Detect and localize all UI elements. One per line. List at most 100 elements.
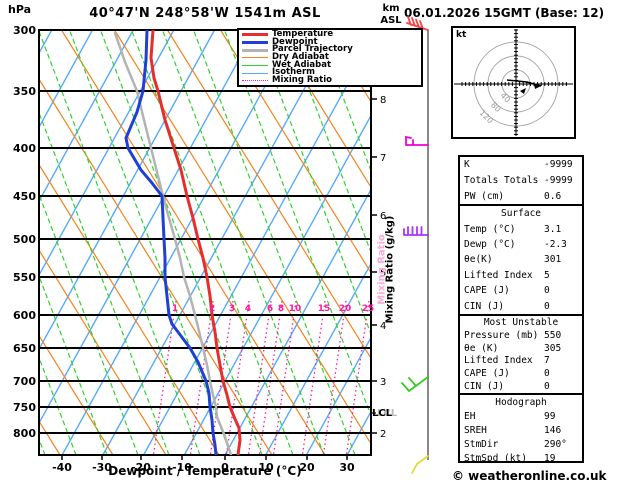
km-tick-label: 8 — [380, 95, 386, 106]
stats-row: Temp (°C) 3.1 — [464, 224, 578, 235]
legend-box: Temperature Dewpoint Parcel Trajectory Dry … — [237, 28, 423, 87]
legend-entry: Parcel Trajectory — [242, 45, 421, 54]
skewt-sounding-page: hPa 40°47'N 248°58'W 1541m ASL km ASL 06… — [0, 0, 629, 486]
stats-row-label: Lifted Index — [464, 269, 533, 281]
hodograph-box — [451, 26, 576, 139]
stats-row: Lifted Index 5 — [464, 270, 578, 281]
wet-adiabat-line — [285, 30, 371, 255]
stats-row: EH 99 — [464, 411, 578, 422]
stats-row-value: 290° — [544, 438, 567, 450]
stats-row: K -9999 — [464, 159, 578, 170]
stats-row-value: -9999 — [544, 174, 573, 186]
dry-adiabat-line — [113, 30, 371, 445]
stats-row: CIN (J) 0 — [464, 381, 578, 392]
stats-row: θe(K) 301 — [464, 254, 578, 265]
pressure-tick-label: 500 — [13, 233, 36, 246]
pressure-tick-label: 800 — [13, 427, 36, 440]
sounding-curves — [113, 30, 242, 455]
stats-section: Surface Temp (°C) 3.1 Dewp (°C) -2.3 θe(K) 301… — [460, 204, 582, 314]
legend-line-sample — [242, 80, 268, 82]
mixing-ratio-value-label: 3 — [229, 304, 235, 314]
stats-row: StmSpd (kt) 19 — [464, 453, 578, 464]
stats-row-value: 0.6 — [544, 190, 562, 202]
legend-entry: Temperature — [242, 30, 421, 39]
stats-row-value: 0 — [544, 381, 550, 393]
pressure-tick-label: 550 — [13, 271, 36, 284]
stats-row-value: 301 — [544, 254, 562, 266]
dry-adiabat-line — [60, 30, 326, 455]
temperature-axis-title: Dewpoint / Temperature (°C) — [108, 464, 302, 478]
isotherm-line — [0, 30, 11, 455]
stats-row-value: 0 — [544, 285, 550, 297]
stats-row-label: CIN (J) — [464, 300, 505, 312]
wind-barb — [405, 135, 429, 146]
stats-row: CIN (J) 0 — [464, 301, 578, 312]
legend-line-sample — [242, 65, 268, 67]
legend-entry: Wet Adiabat — [242, 61, 421, 70]
stats-row: Lifted Index 7 — [464, 355, 578, 366]
stats-row-label: CAPE (J) — [464, 368, 510, 380]
legend-line-sample — [242, 57, 268, 59]
stats-row-label: K — [464, 159, 470, 171]
stats-row-label: StmSpd (kt) — [464, 452, 527, 464]
stats-row-label: Temp (°C) — [464, 223, 516, 235]
stats-row-value: 19 — [544, 452, 556, 464]
legend-entry: Mixing Ratio — [242, 75, 421, 86]
mixing-ratio-value-labels: 1 2 3 4 6 8 10 15 20 25 — [172, 304, 374, 314]
pressure-tick-label: 450 — [13, 190, 36, 203]
stats-row-value: 0 — [544, 368, 550, 380]
stats-row-label: θe(K) — [464, 254, 493, 266]
wind-barb — [403, 226, 429, 236]
legend-line-sample — [242, 48, 268, 52]
legend-entry-label: Mixing Ratio — [272, 75, 332, 86]
pressure-tick-label: 700 — [13, 375, 36, 388]
mixing-ratio-value-label: 4 — [245, 304, 251, 314]
parcel-curve — [113, 31, 233, 455]
stats-row: StmDir 290° — [464, 439, 578, 450]
legend-line-sample — [242, 72, 268, 74]
stats-row-label: Pressure (mb) — [464, 329, 539, 341]
stats-row: Totals Totals -9999 — [464, 175, 578, 186]
stats-row: Dewp (°C) -2.3 — [464, 239, 578, 250]
stats-row-value: 550 — [544, 329, 562, 341]
wet-adiabat-line — [99, 30, 263, 455]
stats-row-label: StmDir — [464, 438, 499, 450]
mixing-ratio-value-label: 2 — [209, 304, 215, 314]
wet-adiabat-line — [223, 30, 371, 418]
stats-row-label: PW (cm) — [464, 190, 505, 202]
wind-barb — [401, 376, 429, 392]
stats-row-value: 7 — [544, 355, 550, 367]
pressure-tick-label: 750 — [13, 401, 36, 414]
mixing-ratio-line — [322, 300, 347, 455]
dry-adiabat-line — [39, 78, 273, 455]
stats-section-header: Surface — [500, 208, 542, 220]
stats-row: CAPE (J) 0 — [464, 285, 578, 296]
stats-row: PW (cm) 0.6 — [464, 191, 578, 202]
wind-barb — [411, 455, 429, 474]
pressure-gridlines — [39, 29, 371, 434]
stats-panel: K -9999 Totals Totals -9999 PW (cm) 0.6 Surfac… — [458, 155, 584, 464]
mixing-ratio-axis-label: Mixing Ratio (g/kg) — [384, 215, 396, 324]
stats-row-value: -9999 — [544, 159, 573, 171]
stats-row: CAPE (J) 0 — [464, 368, 578, 379]
mixing-ratio-value-label: 1 — [172, 304, 178, 314]
copyright-label: © weatheronline.co.uk — [452, 469, 607, 483]
stats-row-label: SREH — [464, 424, 487, 436]
mixing-ratio-value-label: 10 — [289, 304, 302, 314]
km-tick-label: 2 — [380, 429, 386, 440]
stats-row: θe (K) 305 — [464, 343, 578, 354]
hodograph-unit-label: kt — [456, 30, 467, 40]
stats-row-value: 5 — [544, 269, 550, 281]
stats-row-label: Totals Totals — [464, 174, 539, 186]
mixing-ratio-value-label: 20 — [339, 304, 352, 314]
stats-row-value: 3.1 — [544, 223, 562, 235]
stats-row: Pressure (mb) 550 — [464, 330, 578, 341]
pressure-tick-label: 650 — [13, 342, 36, 355]
legend-line-sample — [242, 33, 268, 37]
mixing-ratio-value-label: 6 — [267, 304, 273, 314]
mixing-ratio-value-label: 25 — [362, 304, 375, 314]
stats-row-label: EH — [464, 410, 476, 422]
legend-line-sample — [242, 41, 268, 45]
km-tick-label: 7 — [380, 153, 386, 164]
legend-entry: Dry Adiabat — [242, 53, 421, 62]
